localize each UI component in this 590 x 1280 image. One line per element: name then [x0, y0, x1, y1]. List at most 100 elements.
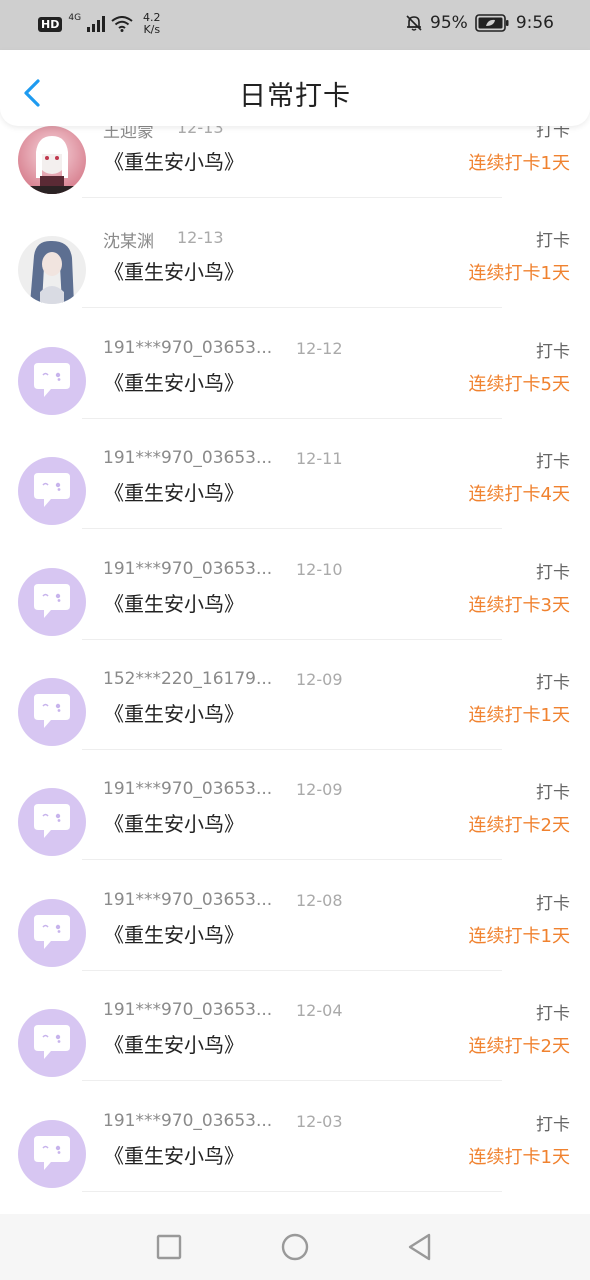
default-avatar[interactable]	[18, 898, 86, 967]
book-title[interactable]: 《重生安小鸟》	[104, 588, 244, 617]
list-item[interactable]: 191***970_03653... 12-04 《重生安小鸟》 打卡连续打卡2天	[0, 991, 590, 1101]
chat-bubble-icon	[34, 473, 70, 508]
list-item[interactable]: 王迎蒙 12-13 《重生安小鸟》 打卡连续打卡1天	[0, 126, 590, 218]
chat-bubble-icon	[34, 362, 70, 397]
home-icon[interactable]	[280, 1232, 310, 1262]
row-divider	[82, 1080, 502, 1082]
recent-apps-icon[interactable]	[154, 1232, 184, 1262]
page-title: 日常打卡	[239, 81, 351, 112]
list-item[interactable]: 191***970_03653... 12-12 《重生安小鸟》 打卡 连续打卡5天	[0, 329, 590, 439]
list-item[interactable]: 152***220_16179... 12-09 《重生安小鸟》 打卡 连续打卡1天	[0, 660, 590, 770]
user-avatar-photo[interactable]	[18, 236, 86, 305]
network-speed: 4.2 K/s	[143, 12, 161, 36]
book-title[interactable]: 《重生安小鸟》	[104, 477, 244, 506]
list-item[interactable]: 191***970_03653... 12-08 《重生安小鸟》 打卡 连续打卡1天	[0, 881, 590, 991]
checkin-action-label: 打卡	[536, 783, 570, 804]
user-name: 191***970_03653...	[103, 337, 273, 358]
checkin-date: 12-10	[296, 559, 343, 579]
checkin-date: 12-13	[177, 228, 224, 248]
streak-badge: 连续打卡5天	[468, 373, 570, 395]
streak-badge: 连续打卡1天	[468, 925, 570, 947]
row-divider	[82, 749, 502, 750]
default-avatar[interactable]	[18, 567, 86, 636]
checkin-action-label: 打卡	[536, 126, 570, 141]
signal-icon	[87, 16, 106, 32]
list-item[interactable]: 191***970_03653... 12-03 《重生安小鸟》 打卡 连续打卡1天	[0, 1102, 590, 1212]
checkin-date: 12-09	[296, 780, 343, 800]
row-divider	[82, 969, 502, 971]
book-title[interactable]: 《重生安小鸟》	[104, 1029, 244, 1058]
network-type: 4G	[68, 13, 82, 23]
streak-badge: 连续打卡3天	[468, 594, 570, 616]
book-title[interactable]: 《重生安小鸟》	[104, 919, 244, 948]
checkin-action-label: 打卡	[536, 562, 570, 583]
default-avatar[interactable]	[18, 788, 86, 857]
streak-badge: 连续打卡1天	[468, 263, 570, 285]
user-name: 王迎蒙	[103, 126, 154, 142]
row-divider	[82, 859, 502, 861]
checkin-date: 12-09	[296, 670, 343, 689]
list-item[interactable]: 191***970_03653... 12-09 《重生安小鸟》 打卡 连续打卡2天	[0, 770, 590, 880]
bell-muted-icon	[406, 15, 422, 31]
default-avatar[interactable]	[18, 678, 86, 746]
book-title[interactable]: 《重生安小鸟》	[104, 698, 244, 727]
user-name: 191***970_03653...	[103, 448, 273, 469]
checkin-action-label: 打卡	[536, 1004, 570, 1025]
user-name: 191***970_03653...	[103, 558, 273, 579]
chat-bubble-icon	[34, 804, 70, 839]
speed-unit: K/s	[143, 23, 161, 36]
checkin-date: 12-08	[296, 890, 343, 910]
battery-icon	[475, 14, 509, 32]
streak-badge: 连续打卡1天	[468, 705, 570, 726]
list-item[interactable]: 沈某渊 12-13 《重生安小鸟》 打卡 连续打卡1天	[0, 218, 590, 328]
row-divider	[82, 528, 502, 530]
row-divider	[82, 197, 502, 198]
user-name: 191***970_03653...	[103, 889, 273, 910]
checkin-action-label: 打卡	[536, 1114, 570, 1135]
top-app-bar: 日常打卡	[0, 50, 590, 126]
checkin-date: 12-04	[296, 1001, 343, 1021]
row-divider	[82, 638, 502, 640]
back-triangle-icon[interactable]	[405, 1232, 435, 1262]
checkin-action-label: 打卡	[536, 452, 570, 473]
status-bar: HD 4G 4.2 K/s 95% 9:56	[0, 0, 590, 50]
user-name: 191***970_03653...	[103, 1000, 273, 1021]
user-name: 152***220_16179...	[103, 669, 273, 689]
chat-bubble-icon	[34, 1025, 70, 1060]
default-avatar[interactable]	[18, 1009, 86, 1078]
chat-bubble-icon	[34, 694, 70, 728]
checkin-action-label: 打卡	[536, 231, 570, 252]
row-divider	[82, 1190, 502, 1192]
wifi-icon	[111, 16, 133, 32]
default-avatar[interactable]	[18, 346, 86, 415]
book-title[interactable]: 《重生安小鸟》	[104, 256, 244, 285]
battery-percent: 95%	[430, 13, 468, 33]
checkin-date: 12-13	[177, 126, 224, 137]
list-item[interactable]: 191***970_03653... 12-11 《重生安小鸟》 打卡 连续打卡4天	[0, 439, 590, 549]
chat-bubble-icon	[34, 583, 70, 618]
clock: 9:56	[515, 13, 554, 33]
avatar-photo-image	[18, 236, 86, 305]
streak-badge: 连续打卡2天	[468, 1036, 570, 1058]
hd-badge: HD	[38, 16, 63, 32]
book-title[interactable]: 《重生安小鸟》	[104, 367, 244, 396]
checkin-date: 12-03	[296, 1111, 343, 1131]
default-avatar[interactable]	[18, 1119, 86, 1188]
checkin-list: 王迎蒙 12-13 《重生安小鸟》 打卡 连续打卡1天 沈某渊 12-13 《重生安小鸟》 打卡…	[0, 126, 590, 1214]
book-title[interactable]: 《重生安小鸟》	[104, 1140, 244, 1169]
chat-bubble-icon	[34, 914, 70, 949]
user-avatar-photo[interactable]	[18, 126, 86, 194]
row-divider	[82, 417, 502, 419]
streak-badge: 连续打卡2天	[468, 815, 570, 837]
book-title[interactable]: 《重生安小鸟》	[104, 146, 244, 175]
default-avatar[interactable]	[18, 457, 86, 526]
checkin-date: 12-11	[296, 449, 343, 469]
book-title[interactable]: 《重生安小鸟》	[104, 808, 244, 837]
status-left: HD 4G 4.2 K/s	[38, 12, 161, 36]
chat-bubble-icon	[34, 1135, 70, 1170]
streak-badge: 连续打卡1天	[468, 153, 570, 174]
streak-badge: 连续打卡1天	[468, 1146, 570, 1168]
list-item[interactable]: 191***970_03653... 12-10 《重生安小鸟》 打卡连续打卡3天	[0, 550, 590, 660]
checkin-date: 12-12	[296, 338, 343, 358]
row-divider	[82, 307, 502, 309]
